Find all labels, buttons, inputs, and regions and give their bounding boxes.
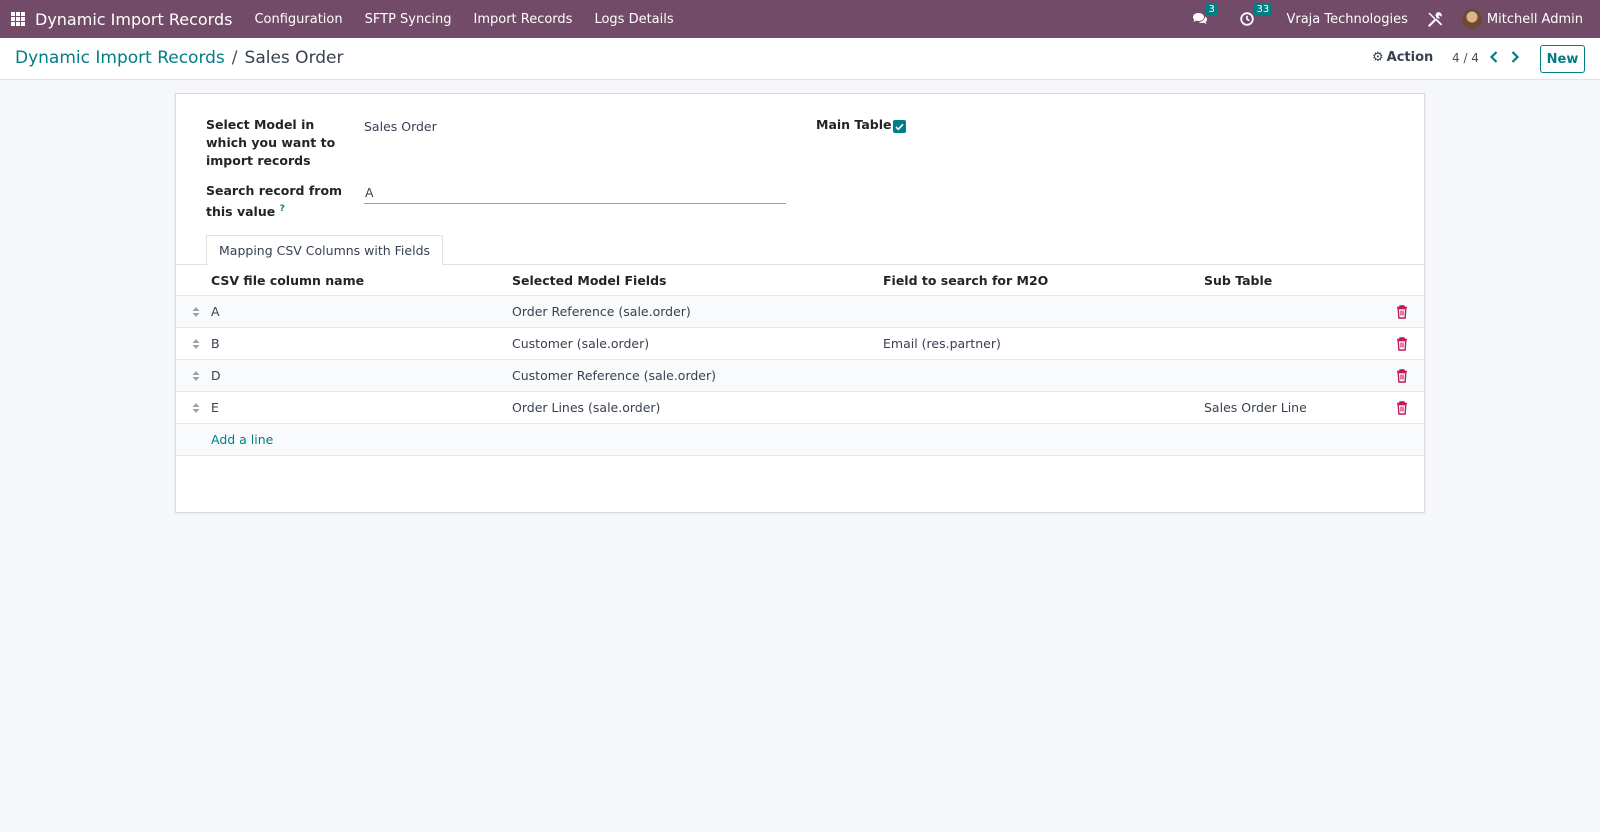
avatar	[1461, 9, 1482, 29]
tab-mapping-csv-columns[interactable]: Mapping CSV Columns with Fields	[206, 235, 444, 266]
new-button[interactable]: New	[1540, 45, 1585, 73]
breadcrumb-separator: /	[231, 48, 238, 68]
breadcrumb-current: Sales Order	[244, 48, 344, 68]
main-menu: Configuration SFTP Syncing Import Record…	[254, 12, 695, 27]
header-m2o-field[interactable]: Field to search for M2O	[883, 266, 1048, 296]
mapping-table: CSV file column name Selected Model Fiel…	[176, 266, 1424, 456]
header-csv-column[interactable]: CSV file column name	[211, 266, 364, 296]
table-row[interactable]: A Order Reference (sale.order)	[176, 296, 1424, 328]
menu-sftp-syncing[interactable]: SFTP Syncing	[365, 12, 452, 27]
header-model-fields[interactable]: Selected Model Fields	[512, 266, 666, 296]
notebook-tabs: Mapping CSV Columns with Fields	[176, 235, 1424, 266]
cell-model-field: Order Lines (sale.order)	[512, 400, 661, 415]
trash-icon[interactable]	[1396, 305, 1408, 319]
app-name[interactable]: Dynamic Import Records	[35, 10, 232, 29]
navbar-systray: 3 33 Vraja Technologies Mitchell Admin	[1192, 0, 1600, 38]
clock-icon	[1240, 12, 1255, 26]
user-menu[interactable]: Mitchell Admin	[1461, 9, 1583, 29]
activities-badge: 33	[1253, 3, 1273, 16]
form-sheet: Select Model in which you want to import…	[175, 93, 1425, 513]
action-label: Action	[1386, 50, 1434, 65]
gear-icon: ⚙	[1372, 50, 1384, 65]
activities-button[interactable]: 33	[1240, 3, 1273, 26]
trash-icon[interactable]	[1396, 401, 1408, 415]
cell-model-field: Customer Reference (sale.order)	[512, 368, 717, 383]
search-value-input[interactable]	[364, 182, 786, 204]
cell-csv-column: B	[211, 336, 220, 351]
table-row[interactable]: B Customer (sale.order) Email (res.partn…	[176, 328, 1424, 360]
menu-configuration[interactable]: Configuration	[254, 12, 342, 27]
cell-csv-column: D	[211, 368, 221, 383]
trash-icon[interactable]	[1396, 369, 1408, 383]
table-row[interactable]: D Customer Reference (sale.order)	[176, 360, 1424, 392]
model-value[interactable]: Sales Order	[364, 119, 437, 134]
checkmark-icon	[895, 123, 904, 130]
main-table-label: Main Table	[816, 117, 892, 132]
model-label: Select Model in which you want to import…	[206, 117, 336, 168]
top-navbar: Dynamic Import Records Configuration SFT…	[0, 0, 1600, 38]
pager-next-button[interactable]	[1508, 48, 1522, 66]
header-sub-table[interactable]: Sub Table	[1204, 266, 1272, 296]
cell-sub-table: Sales Order Line	[1204, 400, 1307, 415]
table-header: CSV file column name Selected Model Fiel…	[176, 266, 1424, 296]
menu-logs-details[interactable]: Logs Details	[594, 12, 673, 27]
chevron-left-icon	[1489, 51, 1498, 63]
apps-grid-icon[interactable]	[11, 12, 25, 26]
breadcrumb: Dynamic Import Records / Sales Order	[15, 48, 344, 68]
add-line-link[interactable]: Add a line	[211, 424, 273, 456]
drag-handle-icon[interactable]	[191, 306, 201, 318]
pager-value[interactable]: 4 / 4	[1452, 51, 1479, 65]
cell-csv-column: A	[211, 304, 220, 319]
breadcrumb-parent[interactable]: Dynamic Import Records	[15, 48, 225, 68]
search-label: Search record from this value ?	[206, 182, 356, 221]
messages-badge: 3	[1205, 3, 1218, 16]
cell-csv-column: E	[211, 400, 219, 415]
user-name: Mitchell Admin	[1486, 11, 1583, 27]
pager-previous-button[interactable]	[1487, 48, 1501, 66]
cell-model-field: Customer (sale.order)	[512, 336, 650, 351]
search-label-text: Search record from this value	[206, 183, 343, 220]
trash-icon[interactable]	[1396, 337, 1408, 351]
add-line-row: Add a line	[176, 424, 1424, 456]
cell-m2o-field: Email (res.partner)	[883, 336, 1001, 351]
chevron-right-icon	[1511, 51, 1520, 63]
messages-button[interactable]: 3	[1192, 3, 1218, 26]
debug-tools-button[interactable]	[1426, 10, 1444, 28]
company-switcher[interactable]: Vraja Technologies	[1286, 12, 1407, 27]
drag-handle-icon[interactable]	[191, 338, 201, 350]
help-tooltip-icon[interactable]: ?	[280, 204, 285, 214]
drag-handle-icon[interactable]	[191, 370, 201, 382]
drag-handle-icon[interactable]	[191, 402, 201, 414]
control-panel: Dynamic Import Records / Sales Order ⚙ Ac…	[0, 38, 1600, 80]
table-row[interactable]: E Order Lines (sale.order) Sales Order L…	[176, 392, 1424, 424]
cell-model-field: Order Reference (sale.order)	[512, 304, 691, 319]
menu-import-records[interactable]: Import Records	[473, 12, 572, 27]
action-menu-button[interactable]: ⚙ Action	[1372, 50, 1433, 65]
tools-icon	[1427, 12, 1443, 27]
main-table-checkbox[interactable]	[893, 120, 906, 133]
